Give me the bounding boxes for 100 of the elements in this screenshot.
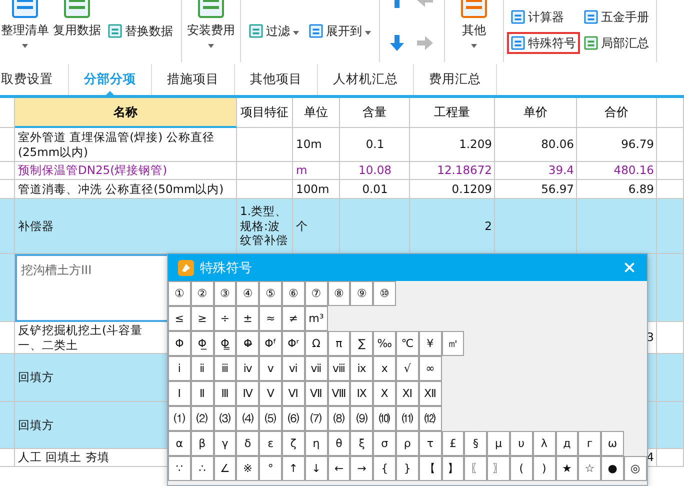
symbol-button[interactable]: δ [236, 431, 260, 456]
symbol-button[interactable]: Ⅶ [304, 381, 328, 406]
symbol-button[interactable]: ∵ [168, 456, 191, 481]
symbol-button[interactable]: ← [328, 456, 350, 481]
symbol-button[interactable]: Φ̶ [236, 331, 260, 356]
symbol-button[interactable]: ⅱ [190, 356, 214, 381]
arrow-down-icon[interactable] [387, 33, 407, 53]
symbol-button[interactable]: Ⅳ [236, 381, 260, 406]
symbol-button[interactable]: √ [396, 356, 419, 381]
symbol-button[interactable]: ⑧ [328, 281, 350, 306]
symbol-button[interactable]: ④ [236, 281, 260, 306]
symbol-button[interactable]: ⑥ [282, 281, 305, 306]
symbol-button[interactable]: Ⅺ [396, 381, 419, 406]
symbol-button[interactable]: ↑ [282, 456, 305, 481]
symbol-button[interactable]: → [350, 456, 374, 481]
toolbar-button[interactable]: 替换数据 [104, 20, 177, 42]
symbol-button[interactable]: ∴ [190, 456, 214, 481]
toolbar-button[interactable]: 五金手册 [580, 6, 653, 28]
symbol-button[interactable]: ⑴ [168, 406, 191, 431]
symbol-button[interactable]: σ [373, 431, 396, 456]
symbol-button[interactable]: ◎ [624, 456, 647, 481]
toolbar-button[interactable]: 展开到 [305, 20, 375, 42]
symbol-button[interactable]: μ [487, 431, 510, 456]
symbol-button[interactable]: ⅹ [373, 356, 396, 381]
symbol-button[interactable]: ※ [236, 456, 260, 481]
symbol-button[interactable]: § [464, 431, 488, 456]
symbol-button[interactable]: ≠ [282, 306, 305, 331]
symbol-button[interactable]: ⑦ [304, 281, 328, 306]
symbol-button[interactable]: π [328, 331, 350, 356]
symbol-button[interactable]: 〗 [487, 456, 510, 481]
symbol-button[interactable]: ≤ [168, 306, 191, 331]
symbol-button[interactable]: ⑹ [282, 406, 305, 431]
symbol-button[interactable]: Ⅱ [190, 381, 214, 406]
symbol-button[interactable]: Ⅸ [350, 381, 374, 406]
symbol-button[interactable]: Φ̳ [214, 331, 236, 356]
symbol-button[interactable]: ℃ [396, 331, 419, 356]
symbol-button[interactable]: ⑨ [350, 281, 374, 306]
symbol-button[interactable]: ③ [214, 281, 236, 306]
symbol-button[interactable]: ζ [282, 431, 305, 456]
symbol-button[interactable]: Ⅲ [214, 381, 236, 406]
symbol-button[interactable]: Ⅻ [418, 381, 442, 406]
symbol-button[interactable]: ⑻ [328, 406, 350, 431]
tab[interactable]: 取费设置 [0, 64, 69, 95]
symbol-button[interactable]: ¥ [418, 331, 442, 356]
symbol-button[interactable]: ≥ [190, 306, 214, 331]
symbol-button[interactable]: ⑽ [373, 406, 396, 431]
symbol-button[interactable]: Ⅰ [168, 381, 191, 406]
symbol-button[interactable]: ⑸ [259, 406, 282, 431]
symbol-button[interactable]: Ⅷ [328, 381, 350, 406]
symbol-button[interactable]: ξ [350, 431, 374, 456]
symbol-button[interactable]: m³ [304, 306, 328, 331]
symbol-button[interactable]: Ω [304, 331, 328, 356]
symbol-button[interactable]: г [578, 431, 602, 456]
symbol-button[interactable]: ⑷ [236, 406, 260, 431]
symbol-button[interactable]: θ [328, 431, 350, 456]
symbol-button[interactable]: ρ [396, 431, 419, 456]
symbol-button[interactable]: ≈ [259, 306, 282, 331]
symbol-button[interactable]: 〖 [464, 456, 488, 481]
symbol-button[interactable]: Ⅵ [282, 381, 305, 406]
symbol-button[interactable]: ↓ [304, 456, 328, 481]
toolbar-button[interactable]: 复用数据 [51, 0, 103, 62]
symbol-button[interactable]: Φᶠ [259, 331, 282, 356]
symbol-button[interactable]: Φ̲ [190, 331, 214, 356]
symbol-button[interactable]: ㎡ [442, 331, 464, 356]
symbol-button[interactable]: ( [510, 456, 533, 481]
toolbar-button[interactable]: 特殊符号 [507, 32, 580, 54]
symbol-button[interactable]: ÷ [214, 306, 236, 331]
toolbar-button[interactable]: 过滤 [245, 20, 303, 42]
symbol-button[interactable]: ⑿ [418, 406, 442, 431]
symbol-button[interactable]: ⑶ [214, 406, 236, 431]
symbol-button[interactable]: ⅶ [304, 356, 328, 381]
symbol-button[interactable]: υ [510, 431, 533, 456]
symbol-button[interactable]: ⅴ [259, 356, 282, 381]
close-icon[interactable] [622, 260, 637, 275]
symbol-button[interactable]: ★ [556, 456, 578, 481]
symbol-button[interactable]: ⅰ [168, 356, 191, 381]
symbol-button[interactable]: λ [532, 431, 556, 456]
symbol-button[interactable]: Φ [168, 331, 191, 356]
symbol-button[interactable]: Ⅹ [373, 381, 396, 406]
toolbar-button[interactable]: 计算器 [507, 6, 580, 28]
symbol-button[interactable]: £ [442, 431, 464, 456]
symbol-button[interactable]: α [168, 431, 191, 456]
symbol-button[interactable]: ☆ [578, 456, 602, 481]
symbol-button[interactable]: ‰ [373, 331, 396, 356]
symbol-button[interactable]: { [373, 456, 396, 481]
toolbar-button[interactable]: 局部汇总 [580, 32, 653, 54]
symbol-button[interactable]: ② [190, 281, 214, 306]
symbol-button[interactable]: ⅸ [350, 356, 374, 381]
symbol-button[interactable]: Φʳ [282, 331, 305, 356]
symbol-button[interactable]: ⑤ [259, 281, 282, 306]
symbol-button[interactable]: η [304, 431, 328, 456]
symbol-button[interactable]: ● [601, 456, 624, 481]
symbol-button[interactable]: ε [259, 431, 282, 456]
symbol-button[interactable]: ⑩ [373, 281, 396, 306]
toolbar-button[interactable]: 其他 [448, 0, 500, 62]
symbol-button[interactable]: д [556, 431, 578, 456]
symbol-button[interactable]: β [190, 431, 214, 456]
symbol-button[interactable]: ω [601, 431, 624, 456]
symbol-button[interactable]: ⑾ [396, 406, 419, 431]
symbol-button[interactable]: ① [168, 281, 191, 306]
